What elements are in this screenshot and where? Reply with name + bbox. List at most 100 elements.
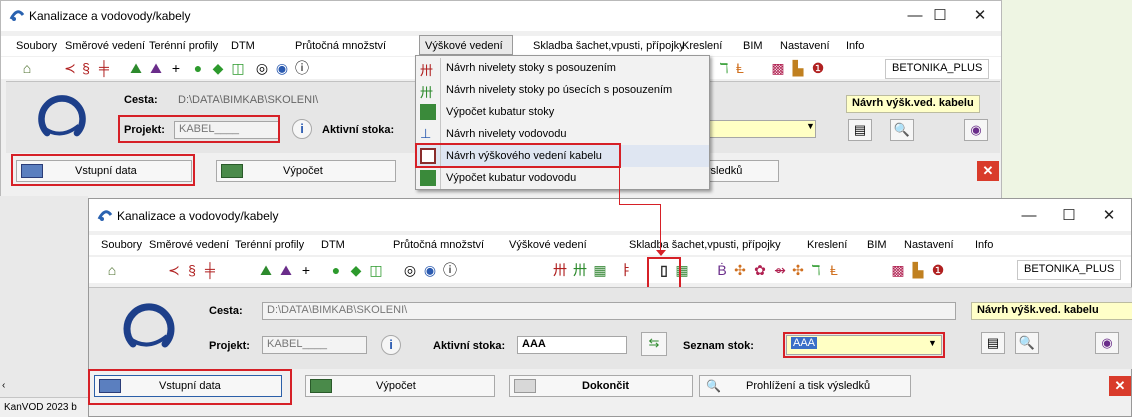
target-icon[interactable]: ◉ [273, 59, 291, 77]
info-button[interactable]: i [292, 119, 312, 139]
curve-icon[interactable]: § [183, 261, 201, 279]
shaft-icon[interactable]: Ḃ [713, 261, 731, 279]
dokoncit-button[interactable]: Dokončit [509, 375, 693, 397]
vypocet-button[interactable]: Výpočet [305, 375, 495, 397]
curve-icon[interactable]: § [77, 59, 95, 77]
select-stoka-icon[interactable]: ⇆ [641, 332, 667, 356]
menu-prutocna-mnozstvi[interactable]: Průtočná množství [295, 40, 386, 52]
menu-info[interactable]: Info [975, 239, 993, 251]
dtm-icon[interactable]: ● [189, 59, 207, 77]
target-icon[interactable]: ◉ [421, 261, 439, 279]
dtm2-icon[interactable]: ◆ [347, 261, 365, 279]
dropdown-item-niveleta-stoky[interactable]: 卅 Návrh nivelety stoky s posouzením [416, 57, 709, 79]
info-button[interactable]: i [381, 335, 401, 355]
branch-icon[interactable]: ✣ [789, 261, 807, 279]
menu-vyskove-vedeni-active[interactable]: Výškové vedení [425, 40, 503, 52]
menu-kresleni[interactable]: Kreslení [682, 40, 722, 52]
vypocet-button-back[interactable]: Výpočet [216, 160, 396, 182]
close-panel-icon[interactable]: ✕ [977, 161, 999, 181]
menu-nastaveni[interactable]: Nastavení [904, 239, 954, 251]
aktivni-stoka-field[interactable]: AAA [517, 336, 627, 354]
link-icon[interactable]: ⇴ [771, 261, 789, 279]
menu-skladba[interactable]: Skladba šachet,vpusti, přípojky [533, 40, 685, 52]
scroll-left-arrow[interactable]: ‹ [2, 380, 5, 391]
menu-soubory[interactable]: Soubory [101, 239, 142, 251]
menu-bim[interactable]: BIM [867, 239, 887, 251]
bim-info-icon[interactable]: ❶ [809, 59, 827, 77]
export-icon[interactable]: ▤ [848, 119, 872, 141]
circle-icon[interactable]: ◎ [401, 261, 419, 279]
menu-terenni-profily[interactable]: Terénní profily [235, 239, 304, 251]
inlet-icon[interactable]: ✿ [751, 261, 769, 279]
menu-info[interactable]: Info [846, 40, 864, 52]
menu-skladba[interactable]: Skladba šachet,vpusti, přípojky [629, 239, 781, 251]
seznam-stok-field-back[interactable] [706, 120, 816, 138]
export-icon[interactable]: ▤ [981, 332, 1005, 354]
bim-chart-icon[interactable]: ▩ [889, 261, 907, 279]
menu-kresleni[interactable]: Kreslení [807, 239, 847, 251]
house-icon[interactable]: ⌂ [103, 261, 121, 279]
cross-icon[interactable]: ╪ [95, 59, 113, 77]
bim-doc-icon[interactable]: ▙ [789, 59, 807, 77]
plus-icon[interactable]: + [297, 261, 315, 279]
preview-icon[interactable]: 🔍 [890, 119, 914, 141]
settings-icon[interactable]: ◉ [964, 119, 988, 141]
dropdown-item-kubatura-stoky[interactable]: Výpočet kubatur stoky [416, 101, 709, 123]
terrain-icon[interactable]: ⛰ [127, 59, 145, 77]
plus-icon[interactable]: + [167, 59, 185, 77]
prohlizeni-button[interactable]: 🔍 Prohlížení a tisk výsledků [699, 375, 911, 397]
preview-icon[interactable]: 🔍 [1015, 332, 1039, 354]
bim-info-icon[interactable]: ❶ [929, 261, 947, 279]
seznam-stok-label: Seznam stok: [683, 340, 754, 352]
aktivni-stoka-label: Aktivní stoka: [433, 340, 506, 352]
settings-icon[interactable]: ◉ [1095, 332, 1119, 354]
info-toolbar-icon[interactable]: ⓘ [441, 261, 459, 279]
cesta-field[interactable]: D:\DATA\BIMKAB\SKOLENI\ [262, 302, 956, 320]
terrain2-icon[interactable]: ⛰ [277, 261, 295, 279]
projekt-field[interactable]: KABEL____ [262, 336, 367, 354]
info-toolbar-icon[interactable]: ⓘ [293, 59, 311, 77]
volume-icon[interactable]: ▦ [591, 261, 609, 279]
pipe-icon[interactable]: ℸ [807, 261, 825, 279]
minimize-button[interactable]: — [1007, 205, 1051, 227]
profile-red-icon[interactable]: 卅 [551, 261, 569, 279]
bim-doc-icon[interactable]: ▙ [909, 261, 927, 279]
menu-smerove-vedeni[interactable]: Směrové vedení [149, 239, 229, 251]
dropdown-item-niveleta-vodovodu[interactable]: ⊥ Návrh nivelety vodovodu [416, 123, 709, 145]
circle-icon[interactable]: ◎ [253, 59, 271, 77]
menu-soubory[interactable]: Soubory [16, 40, 57, 52]
menu-nastaveni[interactable]: Nastavení [780, 40, 830, 52]
menu-vyskove-vedeni[interactable]: Výškové vedení [509, 239, 587, 251]
maximize-button[interactable]: ☐ [918, 5, 962, 27]
bim-chart-icon[interactable]: ▩ [769, 59, 787, 77]
flow-icon[interactable]: ◫ [367, 261, 385, 279]
menu-terenni-profily[interactable]: Terénní profily [149, 40, 218, 52]
menu-dtm[interactable]: DTM [321, 239, 345, 251]
maximize-button[interactable]: ☐ [1047, 205, 1091, 227]
menu-bim[interactable]: BIM [743, 40, 763, 52]
house-icon[interactable]: ⌂ [18, 59, 36, 77]
water-pipe-icon[interactable]: ㅑ [617, 261, 635, 279]
dtm2-icon[interactable]: ◆ [209, 59, 227, 77]
menu-dtm[interactable]: DTM [231, 40, 255, 52]
menu-smerove-vedeni[interactable]: Směrové vedení [65, 40, 145, 52]
connector-icon[interactable]: Ⱡ [825, 261, 843, 279]
close-panel-icon[interactable]: ✕ [1109, 376, 1131, 396]
dtm-icon[interactable]: ● [327, 261, 345, 279]
close-window-button[interactable]: ✕ [958, 5, 1002, 27]
connector-icon[interactable]: Ⱡ [731, 59, 749, 77]
close-window-button[interactable]: ✕ [1087, 205, 1131, 227]
terrain-icon[interactable]: ⛰ [257, 261, 275, 279]
cross-icon[interactable]: ╪ [201, 261, 219, 279]
flow-icon[interactable]: ◫ [229, 59, 247, 77]
chevron-down-icon[interactable]: ▼ [806, 121, 815, 131]
dropdown-item-niveleta-useky[interactable]: 卅 Návrh nivelety stoky po úsecích s poso… [416, 79, 709, 101]
terrain2-icon[interactable]: ⛰ [147, 59, 165, 77]
profile-green-icon[interactable]: 卅 [571, 261, 589, 279]
menu-prutocna-mnozstvi[interactable]: Průtočná množství [393, 239, 484, 251]
node-icon[interactable]: ✣ [731, 261, 749, 279]
dropdown-item-kubatura-vodovodu[interactable]: Výpočet kubatur vodovodu [416, 167, 709, 189]
vyskove-vedeni-dropdown: 卅 Návrh nivelety stoky s posouzením 卅 Ná… [415, 55, 710, 190]
route-icon[interactable]: ≺ [165, 261, 183, 279]
front-menubar: Soubory Směrové vedení Terénní profily D… [89, 235, 1131, 255]
